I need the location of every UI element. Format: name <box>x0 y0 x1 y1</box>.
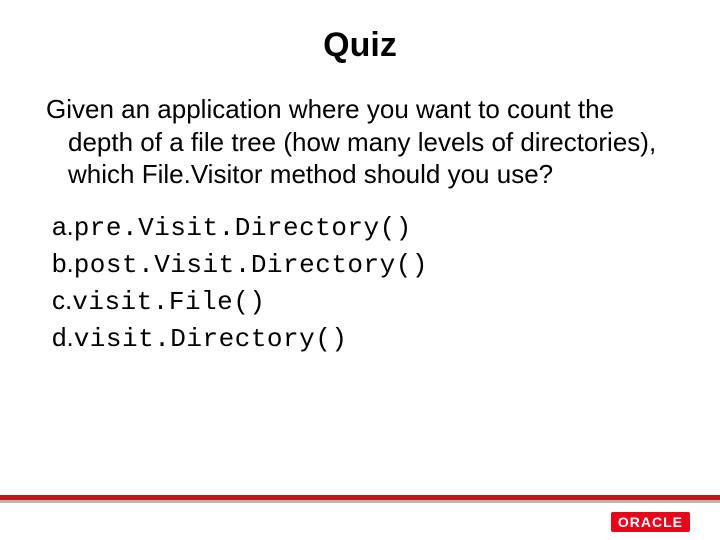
option-code: visit.Directory() <box>74 322 348 357</box>
option-code: pre.Visit.Directory() <box>74 211 412 246</box>
slide-title: Quiz <box>40 26 680 65</box>
option-code: post.Visit.Directory() <box>74 248 428 283</box>
slide-footer: ORACLE <box>0 490 720 540</box>
option-d: d. visit.Directory() <box>52 320 680 357</box>
divider-gray <box>0 500 720 503</box>
option-b: b. post.Visit.Directory() <box>52 246 680 283</box>
options-list: a. pre.Visit.Directory() b. post.Visit.D… <box>52 209 680 357</box>
option-letter: c. <box>52 283 72 318</box>
option-letter: d. <box>52 320 74 355</box>
slide: Quiz Given an application where you want… <box>0 0 720 540</box>
brand-logo: ORACLE <box>611 512 690 532</box>
option-letter: b. <box>52 246 74 281</box>
option-letter: a. <box>52 209 74 244</box>
option-c: c. visit.File() <box>52 283 680 320</box>
quiz-question: Given an application where you want to c… <box>46 93 674 191</box>
brand-text: ORACLE <box>611 512 690 532</box>
question-text: Given an application where you want to c… <box>46 93 674 191</box>
option-a: a. pre.Visit.Directory() <box>52 209 680 246</box>
option-code: visit.File() <box>72 285 265 320</box>
